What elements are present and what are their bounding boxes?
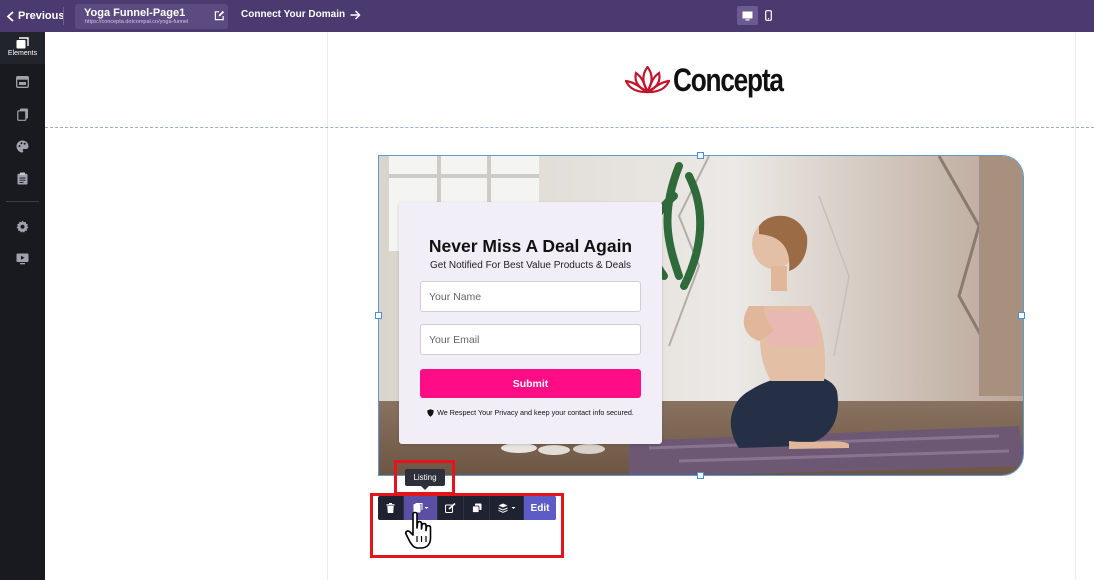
sidebar-item-elements[interactable]: Elements: [0, 32, 45, 64]
previous-label: Previous: [18, 10, 65, 22]
sidebar-item-theme[interactable]: [0, 140, 45, 153]
previous-button[interactable]: Previous: [6, 8, 64, 24]
resize-handle-left[interactable]: [375, 312, 382, 319]
editor-app: Previous Yoga Funnel-Page1 https://conce…: [0, 0, 1094, 580]
top-bar: Previous Yoga Funnel-Page1 https://conce…: [0, 0, 1094, 32]
sidebar-item-pages[interactable]: [0, 108, 45, 121]
sidebar-item-preview[interactable]: [0, 253, 45, 265]
sidebar-item-settings[interactable]: [0, 220, 45, 233]
resize-handle-right[interactable]: [1018, 312, 1025, 319]
pages-icon: [16, 108, 28, 121]
optin-form-card: Never Miss A Deal Again Get Notified For…: [399, 202, 662, 444]
edit-button[interactable]: Edit: [524, 496, 556, 520]
listing-button[interactable]: [404, 496, 438, 520]
form-title: Never Miss A Deal Again: [428, 236, 633, 256]
editor-canvas: Concepta Never Miss A Deal Again Get Not…: [45, 32, 1094, 580]
device-toggle: [737, 6, 779, 25]
privacy-note: We Respect Your Privacy and keep your co…: [399, 408, 662, 417]
listing-icon: [413, 503, 428, 513]
page-title: Yoga Funnel-Page1: [84, 7, 186, 19]
form-subtitle: Get Notified For Best Value Products & D…: [429, 260, 631, 271]
desktop-icon: [742, 11, 753, 20]
connect-domain-label: Connect Your Domain: [241, 9, 346, 20]
brand-logo[interactable]: Concepta: [625, 62, 807, 99]
lotus-icon: [625, 65, 670, 93]
mobile-icon: [765, 10, 772, 21]
section-boundary: [45, 127, 1094, 128]
gear-icon: [16, 220, 29, 233]
desktop-view-button[interactable]: [737, 6, 758, 25]
canvas-guide-right: [1075, 32, 1076, 580]
listing-tooltip: Listing: [405, 469, 445, 490]
resize-handle-top[interactable]: [697, 152, 704, 159]
logo-text: Concepta: [673, 62, 784, 98]
shield-icon: [427, 408, 434, 417]
name-input[interactable]: [420, 281, 641, 312]
monitor-play-icon: [16, 253, 29, 265]
arrow-right-icon: [350, 9, 361, 20]
elements-icon: [16, 37, 29, 49]
copy-icon: [471, 503, 481, 513]
edit-page-icon[interactable]: [214, 10, 225, 21]
resize-handle-bottom[interactable]: [697, 472, 704, 479]
sidebar-divider: [6, 201, 39, 202]
layers-icon: [497, 503, 515, 513]
email-input[interactable]: [420, 324, 641, 355]
style-button[interactable]: [438, 496, 464, 520]
brush-icon: [445, 503, 456, 513]
chevron-left-icon: [6, 10, 14, 22]
palette-icon: [16, 140, 29, 153]
page-url: https://concepta.dotcompal.co/yoga-funne…: [85, 19, 189, 25]
submit-button[interactable]: Submit: [420, 369, 641, 398]
element-toolbar: Edit: [378, 496, 556, 520]
sidebar-item-clipboard[interactable]: [0, 172, 45, 185]
clipboard-icon: [17, 172, 28, 185]
page-name-box[interactable]: Yoga Funnel-Page1 https://concepta.dotco…: [75, 4, 228, 29]
sections-icon: [16, 76, 29, 88]
sidebar-item-sections[interactable]: [0, 76, 45, 88]
delete-button[interactable]: [378, 496, 404, 520]
sidebar-elements-label: Elements: [7, 50, 38, 57]
left-sidebar: Elements: [0, 32, 45, 580]
hero-image-section[interactable]: Never Miss A Deal Again Get Notified For…: [378, 155, 1024, 476]
connect-domain-link[interactable]: Connect Your Domain: [241, 9, 361, 20]
mobile-view-button[interactable]: [758, 6, 779, 25]
duplicate-button[interactable]: [464, 496, 490, 520]
privacy-text: We Respect Your Privacy and keep your co…: [437, 408, 634, 417]
canvas-guide-left: [327, 32, 328, 580]
layers-button[interactable]: [490, 496, 524, 520]
trash-icon: [386, 503, 395, 513]
topbar-divider: [63, 7, 64, 25]
